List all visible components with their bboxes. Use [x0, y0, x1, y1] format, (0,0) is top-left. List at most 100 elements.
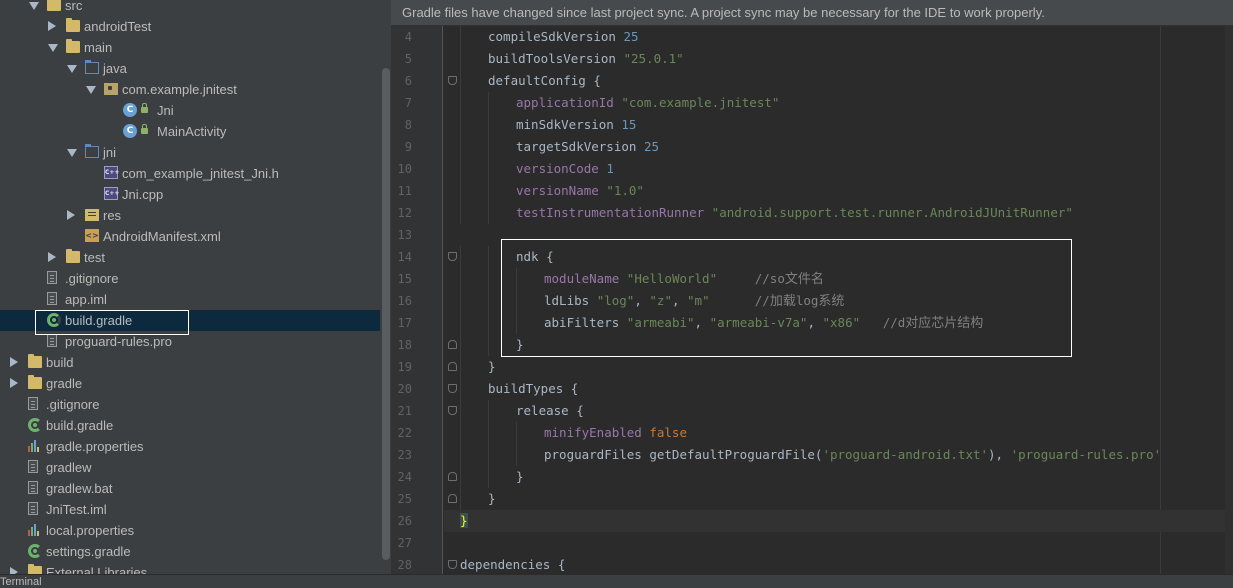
tree-item-jnitest-iml[interactable]: JniTest.iml	[0, 499, 380, 520]
tree-item-com-example-jnitest[interactable]: com.example.jnitest	[0, 79, 380, 100]
line-number: 27	[397, 536, 412, 550]
tree-item-java[interactable]: java	[0, 58, 380, 79]
indent-guide	[488, 136, 489, 158]
fold-start-icon[interactable]	[448, 252, 457, 261]
tree-item-label: Jni	[157, 103, 174, 118]
indent-guide	[460, 136, 461, 158]
tree-item-label: gradlew	[46, 460, 92, 475]
code-token: }	[488, 359, 496, 374]
tree-item-local-properties[interactable]: local.properties	[0, 520, 380, 541]
class-icon: C	[123, 124, 137, 138]
tree-item-androidmanifest-xml[interactable]: <> AndroidManifest.xml	[0, 226, 380, 247]
collapse-arrow-icon[interactable]	[67, 210, 75, 220]
indent-guide	[460, 334, 461, 356]
terminal-tab[interactable]: Terminal	[0, 576, 42, 588]
line-number: 17	[397, 316, 412, 330]
code-token: //	[709, 293, 770, 308]
tree-item-gradlew-bat[interactable]: gradlew.bat	[0, 478, 380, 499]
indent-guide	[488, 312, 489, 334]
tree-item-gitignore[interactable]: .gitignore	[0, 394, 380, 415]
tree-item-label: build	[46, 355, 74, 370]
class-icon: C	[123, 103, 137, 117]
right-margin-guide	[1160, 26, 1161, 574]
folder-icon	[66, 39, 80, 53]
indent-guide	[460, 202, 461, 224]
tree-item-label: com_example_jnitest_Jni.h	[122, 166, 279, 181]
bottom-tool-bar: Terminal	[0, 574, 1233, 588]
tree-item-gradlew[interactable]: gradlew	[0, 457, 380, 478]
code-token: compileSdkVersion	[488, 29, 624, 44]
tree-item-main[interactable]: main	[0, 37, 380, 58]
collapse-arrow-icon[interactable]	[10, 567, 18, 574]
line-number: 16	[397, 294, 412, 308]
tree-item-label: settings.gradle	[46, 544, 131, 559]
tree-item-mainactivity[interactable]: C MainActivity	[0, 121, 380, 142]
tree-item-test[interactable]: test	[0, 247, 380, 268]
code-token: "1.0"	[606, 183, 644, 198]
code-token: testInstrumentationRunner	[516, 205, 712, 220]
code-token: "25.0.1"	[623, 51, 684, 66]
indent-guide	[460, 180, 461, 202]
code-token: 25	[623, 29, 639, 44]
expand-arrow-icon[interactable]	[67, 65, 77, 73]
source-folder-icon	[85, 144, 99, 158]
expand-arrow-icon[interactable]	[67, 149, 77, 157]
fold-start-icon[interactable]	[448, 384, 457, 393]
tree-item-settings-gradle[interactable]: settings.gradle	[0, 541, 380, 562]
tree-item-external-libraries[interactable]: External Libraries	[0, 562, 380, 574]
fold-end-icon[interactable]	[448, 472, 457, 481]
fold-start-icon[interactable]	[448, 560, 457, 569]
collapse-arrow-icon[interactable]	[48, 252, 56, 262]
sync-notification-banner[interactable]: Gradle files have changed since last pro…	[391, 0, 1233, 26]
tree-item-label: .gitignore	[65, 271, 119, 286]
tree-item-build-gradle[interactable]: build.gradle	[0, 310, 380, 331]
indent-guide	[488, 466, 489, 488]
xml-file-icon: <>	[85, 229, 99, 242]
indent-guide	[488, 158, 489, 180]
indent-guide	[488, 202, 489, 224]
lock-icon	[141, 103, 148, 113]
code-token: abiFilters	[544, 315, 627, 330]
tree-item-gradle-properties[interactable]: gradle.properties	[0, 436, 380, 457]
tree-item-label: gradle	[46, 376, 83, 391]
code-token: ,	[634, 293, 650, 308]
expand-arrow-icon[interactable]	[48, 44, 58, 52]
tree-item-jni[interactable]: jni	[0, 142, 380, 163]
tree-item-label: build.gradle	[46, 418, 114, 433]
tree-item-app-iml[interactable]: app.iml	[0, 289, 380, 310]
tree-scrollbar[interactable]	[382, 68, 390, 560]
collapse-arrow-icon[interactable]	[10, 378, 18, 388]
tree-item-proguard-rules-pro[interactable]: proguard-rules.pro	[0, 331, 380, 352]
line-number: 14	[397, 250, 412, 264]
tree-item-jni[interactable]: C Jni	[0, 100, 380, 121]
tree-item-gradle[interactable]: gradle	[0, 373, 380, 394]
expand-arrow-icon[interactable]	[86, 86, 96, 94]
editor-scrollbar[interactable]	[1225, 26, 1233, 574]
collapse-arrow-icon[interactable]	[48, 21, 56, 31]
code-token: "m"	[687, 293, 710, 308]
tree-item-src[interactable]: src	[0, 0, 380, 16]
code-line[interactable]: }	[444, 510, 1233, 532]
fold-end-icon[interactable]	[448, 494, 457, 503]
tree-item-label: app.iml	[65, 292, 107, 307]
indent-guide	[460, 70, 461, 92]
line-number-gutter[interactable]: 4 5 6 7 8 9 10 11 12 13 14 15 16 17 18 19 20 21 22 23 24 25 26…	[391, 26, 443, 574]
tree-item-gitignore[interactable]: .gitignore	[0, 268, 380, 289]
tree-item-androidtest[interactable]: androidTest	[0, 16, 380, 37]
tree-item-build-gradle[interactable]: build.gradle	[0, 415, 380, 436]
indent-guide	[488, 422, 489, 444]
tree-item-build[interactable]: build	[0, 352, 380, 373]
fold-end-icon[interactable]	[448, 362, 457, 371]
tree-item-label: AndroidManifest.xml	[103, 229, 221, 244]
tree-item-com-example-jnitest-jni-h[interactable]: C++ com_example_jnitest_Jni.h	[0, 163, 380, 184]
code-token: defaultConfig {	[488, 73, 601, 88]
line-number: 9	[404, 140, 412, 154]
collapse-arrow-icon[interactable]	[10, 357, 18, 367]
tree-item-jni-cpp[interactable]: C++ Jni.cpp	[0, 184, 380, 205]
fold-start-icon[interactable]	[448, 406, 457, 415]
tree-item-res[interactable]: res	[0, 205, 380, 226]
code-editor[interactable]: Gradle files have changed since last pro…	[391, 0, 1233, 574]
fold-end-icon[interactable]	[448, 340, 457, 349]
expand-arrow-icon[interactable]	[29, 2, 39, 10]
fold-start-icon[interactable]	[448, 76, 457, 85]
